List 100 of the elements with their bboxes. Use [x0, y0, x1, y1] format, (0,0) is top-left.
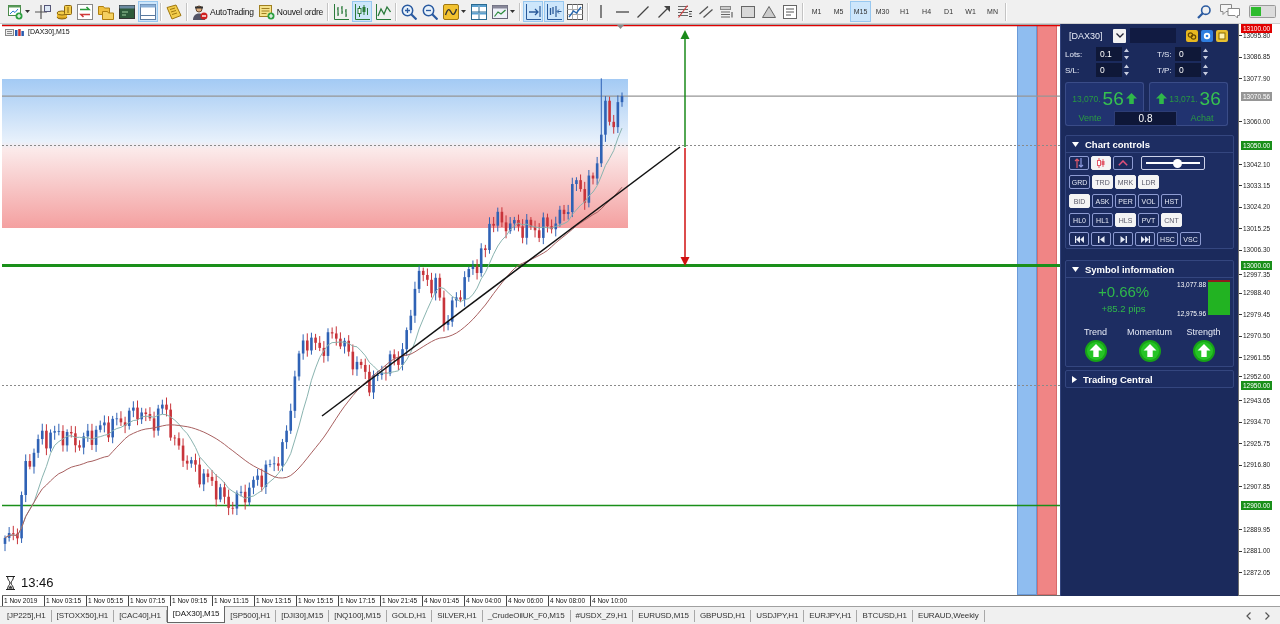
fibonacci-lines-icon — [678, 5, 693, 18]
price-pips-text: 56 — [1102, 88, 1124, 109]
dropdown-button[interactable] — [1113, 28, 1126, 43]
rectangle-icon — [741, 5, 756, 18]
chart-tab[interactable]: [NQ100],M15 — [329, 609, 387, 622]
chevron-left-icon[interactable] — [1246, 611, 1251, 620]
chart-tab[interactable]: #USDX_Z9,H1 — [570, 609, 634, 622]
chart-tab[interactable]: [STOXX50],H1 — [51, 609, 115, 622]
chart-tab[interactable]: BTCUSD,H1 — [857, 609, 913, 622]
section-header[interactable]: Trading Central — [1066, 371, 1233, 387]
toolbar-button[interactable] — [544, 1, 565, 22]
spread-value: 0.8 — [1114, 111, 1177, 126]
toolbar-button[interactable] — [469, 1, 490, 22]
number-field[interactable]: 0 — [1175, 47, 1201, 61]
chart-tab[interactable]: EURJPY,H1 — [804, 609, 858, 622]
field-label: T/P: — [1157, 65, 1173, 75]
chart-tab[interactable]: [DAX30],M15 — [166, 606, 226, 623]
horizontal-line-icon — [615, 10, 629, 13]
stepper-arrows-icon[interactable] — [1203, 64, 1208, 76]
settings-icon[interactable] — [1201, 29, 1213, 42]
trend-line-icon — [637, 5, 650, 18]
chart-tab[interactable]: EURUSD,M15 — [633, 609, 695, 622]
number-field[interactable]: 0.1 — [1096, 47, 1122, 61]
countdown-timer: 13:46 — [21, 575, 54, 590]
person-stop-icon — [192, 3, 208, 20]
change-pips: +85.2 pips — [1101, 303, 1146, 314]
field-label: S/L: — [1065, 65, 1081, 75]
search-icon[interactable] — [1197, 4, 1211, 19]
toolbar-button[interactable] — [523, 1, 544, 22]
toolbar-button[interactable] — [441, 1, 469, 22]
arrows-icon — [77, 3, 93, 20]
chart-tab[interactable]: [DJI30],M15 — [276, 609, 330, 622]
scroll-end-icon — [525, 3, 542, 20]
sell-price-button[interactable]: 13,070.56 — [1065, 82, 1144, 111]
terminal-icon — [119, 3, 135, 20]
number-field[interactable]: 0 — [1175, 63, 1201, 77]
stepper-arrows-icon[interactable] — [1124, 48, 1129, 60]
step-forward-icon — [1119, 235, 1127, 243]
step-back-icon — [1097, 235, 1105, 243]
toggle-button[interactable] — [1069, 156, 1089, 170]
slider-thumb[interactable] — [1172, 158, 1182, 168]
stepper-arrows-icon[interactable] — [1203, 48, 1208, 60]
toolbar-button[interactable] — [75, 1, 95, 22]
chart-tab[interactable]: EURAUD,Weekly — [912, 609, 985, 622]
slider-track[interactable] — [1141, 156, 1205, 170]
toggle-button[interactable] — [1113, 232, 1133, 246]
window-icon — [140, 3, 156, 20]
price-text: 13,070. — [1072, 93, 1101, 104]
symbol-label: [DAX30] — [1068, 30, 1104, 41]
price-text: 13,071. — [1169, 93, 1198, 104]
coins-icon — [56, 3, 72, 20]
square-tile-icon[interactable] — [1216, 29, 1228, 42]
toolbar-button[interactable]: AutoTrading — [190, 1, 256, 22]
chevron-up-icon — [1118, 160, 1128, 166]
shift-chart-icon — [546, 3, 563, 20]
chevron-down-icon — [1115, 33, 1124, 38]
chart-tab[interactable]: SILVER,H1 — [432, 609, 483, 622]
price-caption: Achat — [1177, 111, 1228, 126]
toolbar-button[interactable]: Nouvel ordre — [256, 1, 326, 22]
toggle-button[interactable] — [1069, 232, 1089, 246]
chart-tab[interactable]: [JP225],H1 — [2, 609, 52, 622]
signal-label: Momentum — [1127, 327, 1172, 337]
field-label: T/S: — [1157, 49, 1173, 59]
chart-tab[interactable]: USDJPY,H1 — [751, 609, 805, 622]
chevron-right-icon[interactable] — [1265, 611, 1270, 620]
chart-tab[interactable]: _CrudeOilUK_F0,M15 — [482, 609, 571, 622]
section-header[interactable]: Symbol information — [1066, 261, 1233, 278]
skip-back-icon — [1074, 235, 1084, 243]
number-field[interactable]: 0 — [1096, 63, 1122, 77]
chart-grid-icon — [567, 3, 584, 20]
field-label: Lots: — [1065, 49, 1084, 59]
zoom-out-icon — [422, 3, 439, 20]
zoom-in-icon — [401, 3, 418, 20]
text-field[interactable] — [1130, 28, 1176, 43]
chart-tab[interactable]: GBPUSD,H1 — [694, 609, 752, 622]
arrow-line-icon — [658, 5, 671, 18]
folders-icon — [98, 3, 114, 20]
document-plus-icon — [258, 3, 275, 20]
price-pips-text: 36 — [1199, 88, 1221, 109]
small-bars-icon — [15, 28, 24, 36]
bar-chart-icon — [333, 3, 350, 20]
parallel-lines-icon — [699, 5, 714, 18]
section-header[interactable]: Chart controls — [1066, 136, 1233, 153]
connection-status-icon — [1249, 5, 1276, 18]
triangle-icon — [762, 5, 777, 18]
chart-tab[interactable]: [SP500],H1 — [225, 609, 277, 622]
chart-tab[interactable]: [CAC40],H1 — [114, 609, 167, 622]
price-caption: Vente — [1065, 111, 1114, 126]
chart-tab[interactable]: GOLD,H1 — [386, 609, 433, 622]
candlestick-icon — [1096, 158, 1106, 168]
toolbar-button[interactable] — [565, 1, 586, 22]
toggle-button[interactable] — [1135, 232, 1155, 246]
linked-rings-icon[interactable] — [1186, 29, 1198, 42]
notebook-icon — [166, 3, 182, 20]
toggle-button[interactable] — [1113, 156, 1133, 170]
stepper-arrows-icon[interactable] — [1124, 64, 1129, 76]
buy-price-button[interactable]: 13,071.36 — [1149, 82, 1228, 111]
chat-icon[interactable] — [1220, 4, 1240, 19]
toggle-button[interactable] — [1091, 232, 1111, 246]
chart-window-icon — [492, 3, 509, 20]
